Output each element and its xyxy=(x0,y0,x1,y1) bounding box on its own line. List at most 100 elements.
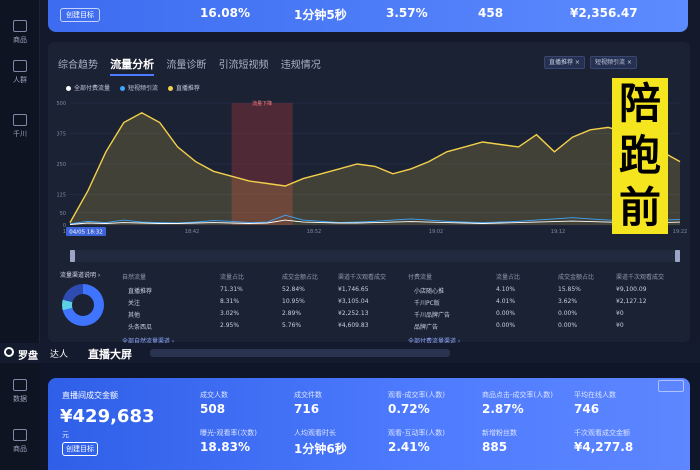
legend-dot-icon xyxy=(119,86,125,91)
strip-value: ¥2,356.47 xyxy=(570,6,638,20)
table-cell: 其他 xyxy=(128,312,141,319)
dashboard-bottom: 罗盘 达人 直播大屏 数据 商品 直播间成交金额 ¥429,683 元 创建目标… xyxy=(0,343,700,470)
traffic-donut-chart xyxy=(62,284,104,326)
x-tick-label: 18:42 xyxy=(185,229,199,235)
table-cell: 千川品牌广告 xyxy=(414,312,451,319)
legend-item[interactable]: 全部付费流量 xyxy=(66,85,110,92)
kpi-label: 观看-互动率(人数) xyxy=(388,429,445,437)
table-cell: 10.95% xyxy=(282,298,305,305)
y-tick-label: 250 xyxy=(56,162,66,168)
table-cell: 5.76% xyxy=(282,322,302,329)
kpi-value: 1分钟6秒 xyxy=(294,442,347,456)
bag-icon xyxy=(13,429,27,441)
table-cell: 2.95% xyxy=(220,322,240,329)
column-header: 渠道千次观看成交 xyxy=(616,274,665,281)
kpi-label: 曝光-观看率(次数) xyxy=(200,429,257,437)
table-cell: 3.62% xyxy=(558,298,578,305)
gmv-label: 直播间成交金额 xyxy=(62,391,118,400)
gmv-unit: 元 xyxy=(62,431,69,439)
traffic-line-chart[interactable]: 050125250375500流量下降18:3218:4218:5219:021… xyxy=(48,97,690,247)
overlay-char: 陪 xyxy=(618,79,661,128)
table-cell: ¥9,100.09 xyxy=(616,286,647,293)
legend-item[interactable]: 直播推荐 xyxy=(167,85,200,92)
column-header: 自然流量 xyxy=(122,274,147,281)
stats-strip: 创建目标 16.08% 1分钟5秒 3.57% 458 ¥2,356.47 xyxy=(48,0,688,32)
tab-traffic-analysis[interactable]: 流量分析 xyxy=(110,56,155,76)
y-tick-label: 375 xyxy=(56,132,66,138)
strip-value: 1分钟5秒 xyxy=(294,8,347,22)
app-title: 罗盘 xyxy=(18,351,38,362)
sidebar-item-label: 人群 xyxy=(13,76,27,84)
sidebar-item-audience[interactable]: 人群 xyxy=(0,60,40,85)
tab-bar: 综合趋势 流量分析 流量诊断 引流短视频 违规情况 xyxy=(58,56,330,76)
table-cell: 8.31% xyxy=(220,298,240,305)
legend-dot-icon xyxy=(167,86,173,91)
dashboard-top: 商品 人群 千川 创建目标 16.08% 1分钟5秒 3.57% 458 ¥2,… xyxy=(0,0,700,343)
all-natural-sources-link[interactable]: 全部自然流量渠道 › xyxy=(122,336,174,343)
tab-traffic-diagnosis[interactable]: 流量诊断 xyxy=(166,56,206,71)
sidebar-item-products[interactable]: 商品 xyxy=(0,429,40,454)
table-cell: 15.85% xyxy=(558,286,581,293)
column-header: 流量占比 xyxy=(220,274,245,281)
table-cell: ¥3,105.04 xyxy=(338,298,369,305)
table-cell: 关注 xyxy=(128,300,141,307)
kpi-value: 885 xyxy=(482,440,508,454)
kpi-label: 成交人数 xyxy=(200,391,228,399)
time-range-scrollbar[interactable] xyxy=(70,250,680,262)
x-tick-label: 19:02 xyxy=(429,229,443,235)
kpi-label: 平均在线人数 xyxy=(574,391,616,399)
strip-value: 16.08% xyxy=(200,6,250,20)
table-cell: ¥1,746.65 xyxy=(338,286,369,293)
table-cell: 0.00% xyxy=(496,322,516,329)
kpi-label: 成交件数 xyxy=(294,391,322,399)
table-cell: 千川PC版 xyxy=(414,300,440,307)
filter-chip-live-recommend[interactable]: 直播推荐 × xyxy=(544,56,585,69)
table-cell: ¥2,252.13 xyxy=(338,310,369,317)
sidebar-item-products[interactable]: 商品 xyxy=(0,20,40,45)
sidebar-item-data[interactable]: 数据 xyxy=(0,379,40,404)
chart-legend: 全部付费流量 短视频引流 直播推荐 xyxy=(66,83,208,92)
logo-icon xyxy=(4,347,14,357)
app-header: 罗盘 达人 直播大屏 xyxy=(0,343,700,363)
table-cell: 0.00% xyxy=(558,322,578,329)
legend-dot-icon xyxy=(66,86,71,91)
create-target-button[interactable]: 创建目标 xyxy=(62,442,98,456)
tab-overview[interactable]: 综合趋势 xyxy=(58,56,98,71)
column-header: 渠道千次观看成交 xyxy=(338,274,387,281)
sidebar-item-label: 商品 xyxy=(13,445,27,453)
tab-violations[interactable]: 违规情况 xyxy=(281,56,321,71)
scroll-handle-right[interactable] xyxy=(675,250,680,262)
tab-short-video[interactable]: 引流短视频 xyxy=(219,56,269,71)
sidebar: 数据 商品 xyxy=(0,363,40,470)
column-header: 付费流量 xyxy=(408,274,433,281)
column-header: 成交金额占比 xyxy=(558,274,595,281)
x-tick-label: 18:52 xyxy=(307,229,321,235)
y-tick-label: 500 xyxy=(56,101,66,107)
kpi-value: 716 xyxy=(294,402,320,416)
overlay-char: 跑 xyxy=(618,131,661,180)
kpi-label: 千次观看成交金额 xyxy=(574,429,630,437)
filter-chip-short-video[interactable]: 短视频引流 × xyxy=(590,56,637,69)
table-cell: 0.00% xyxy=(558,310,578,317)
y-tick-label: 125 xyxy=(56,193,66,199)
table-cell: 直播推荐 xyxy=(128,288,153,295)
kpi-value: 0.72% xyxy=(388,402,430,416)
create-target-button[interactable]: 创建目标 xyxy=(60,8,100,22)
column-header: 流量占比 xyxy=(496,274,521,281)
kpi-value: 508 xyxy=(200,402,226,416)
source-title-link[interactable]: 流量渠道说明 › xyxy=(60,270,100,279)
people-icon xyxy=(13,60,27,72)
table-cell: 4.01% xyxy=(496,298,516,305)
settings-icon[interactable] xyxy=(658,380,684,392)
role-label[interactable]: 达人 xyxy=(50,347,68,360)
table-cell: 4.10% xyxy=(496,286,516,293)
legend-item[interactable]: 短视频引流 xyxy=(119,85,158,92)
sidebar-item-qianchuan[interactable]: 千川 xyxy=(0,114,40,139)
scroll-handle-left[interactable] xyxy=(70,250,75,262)
overlay-char: 前 xyxy=(618,183,661,232)
table-cell: 小店随心推 xyxy=(414,288,445,295)
table-cell: 品牌广告 xyxy=(414,324,439,331)
traffic-chart-card: 综合趋势 流量分析 流量诊断 引流短视频 违规情况 直播推荐 × 短视频引流 ×… xyxy=(48,42,690,343)
table-cell: 3.02% xyxy=(220,310,240,317)
all-paid-sources-link[interactable]: 全部付费流量渠道 › xyxy=(408,336,460,343)
